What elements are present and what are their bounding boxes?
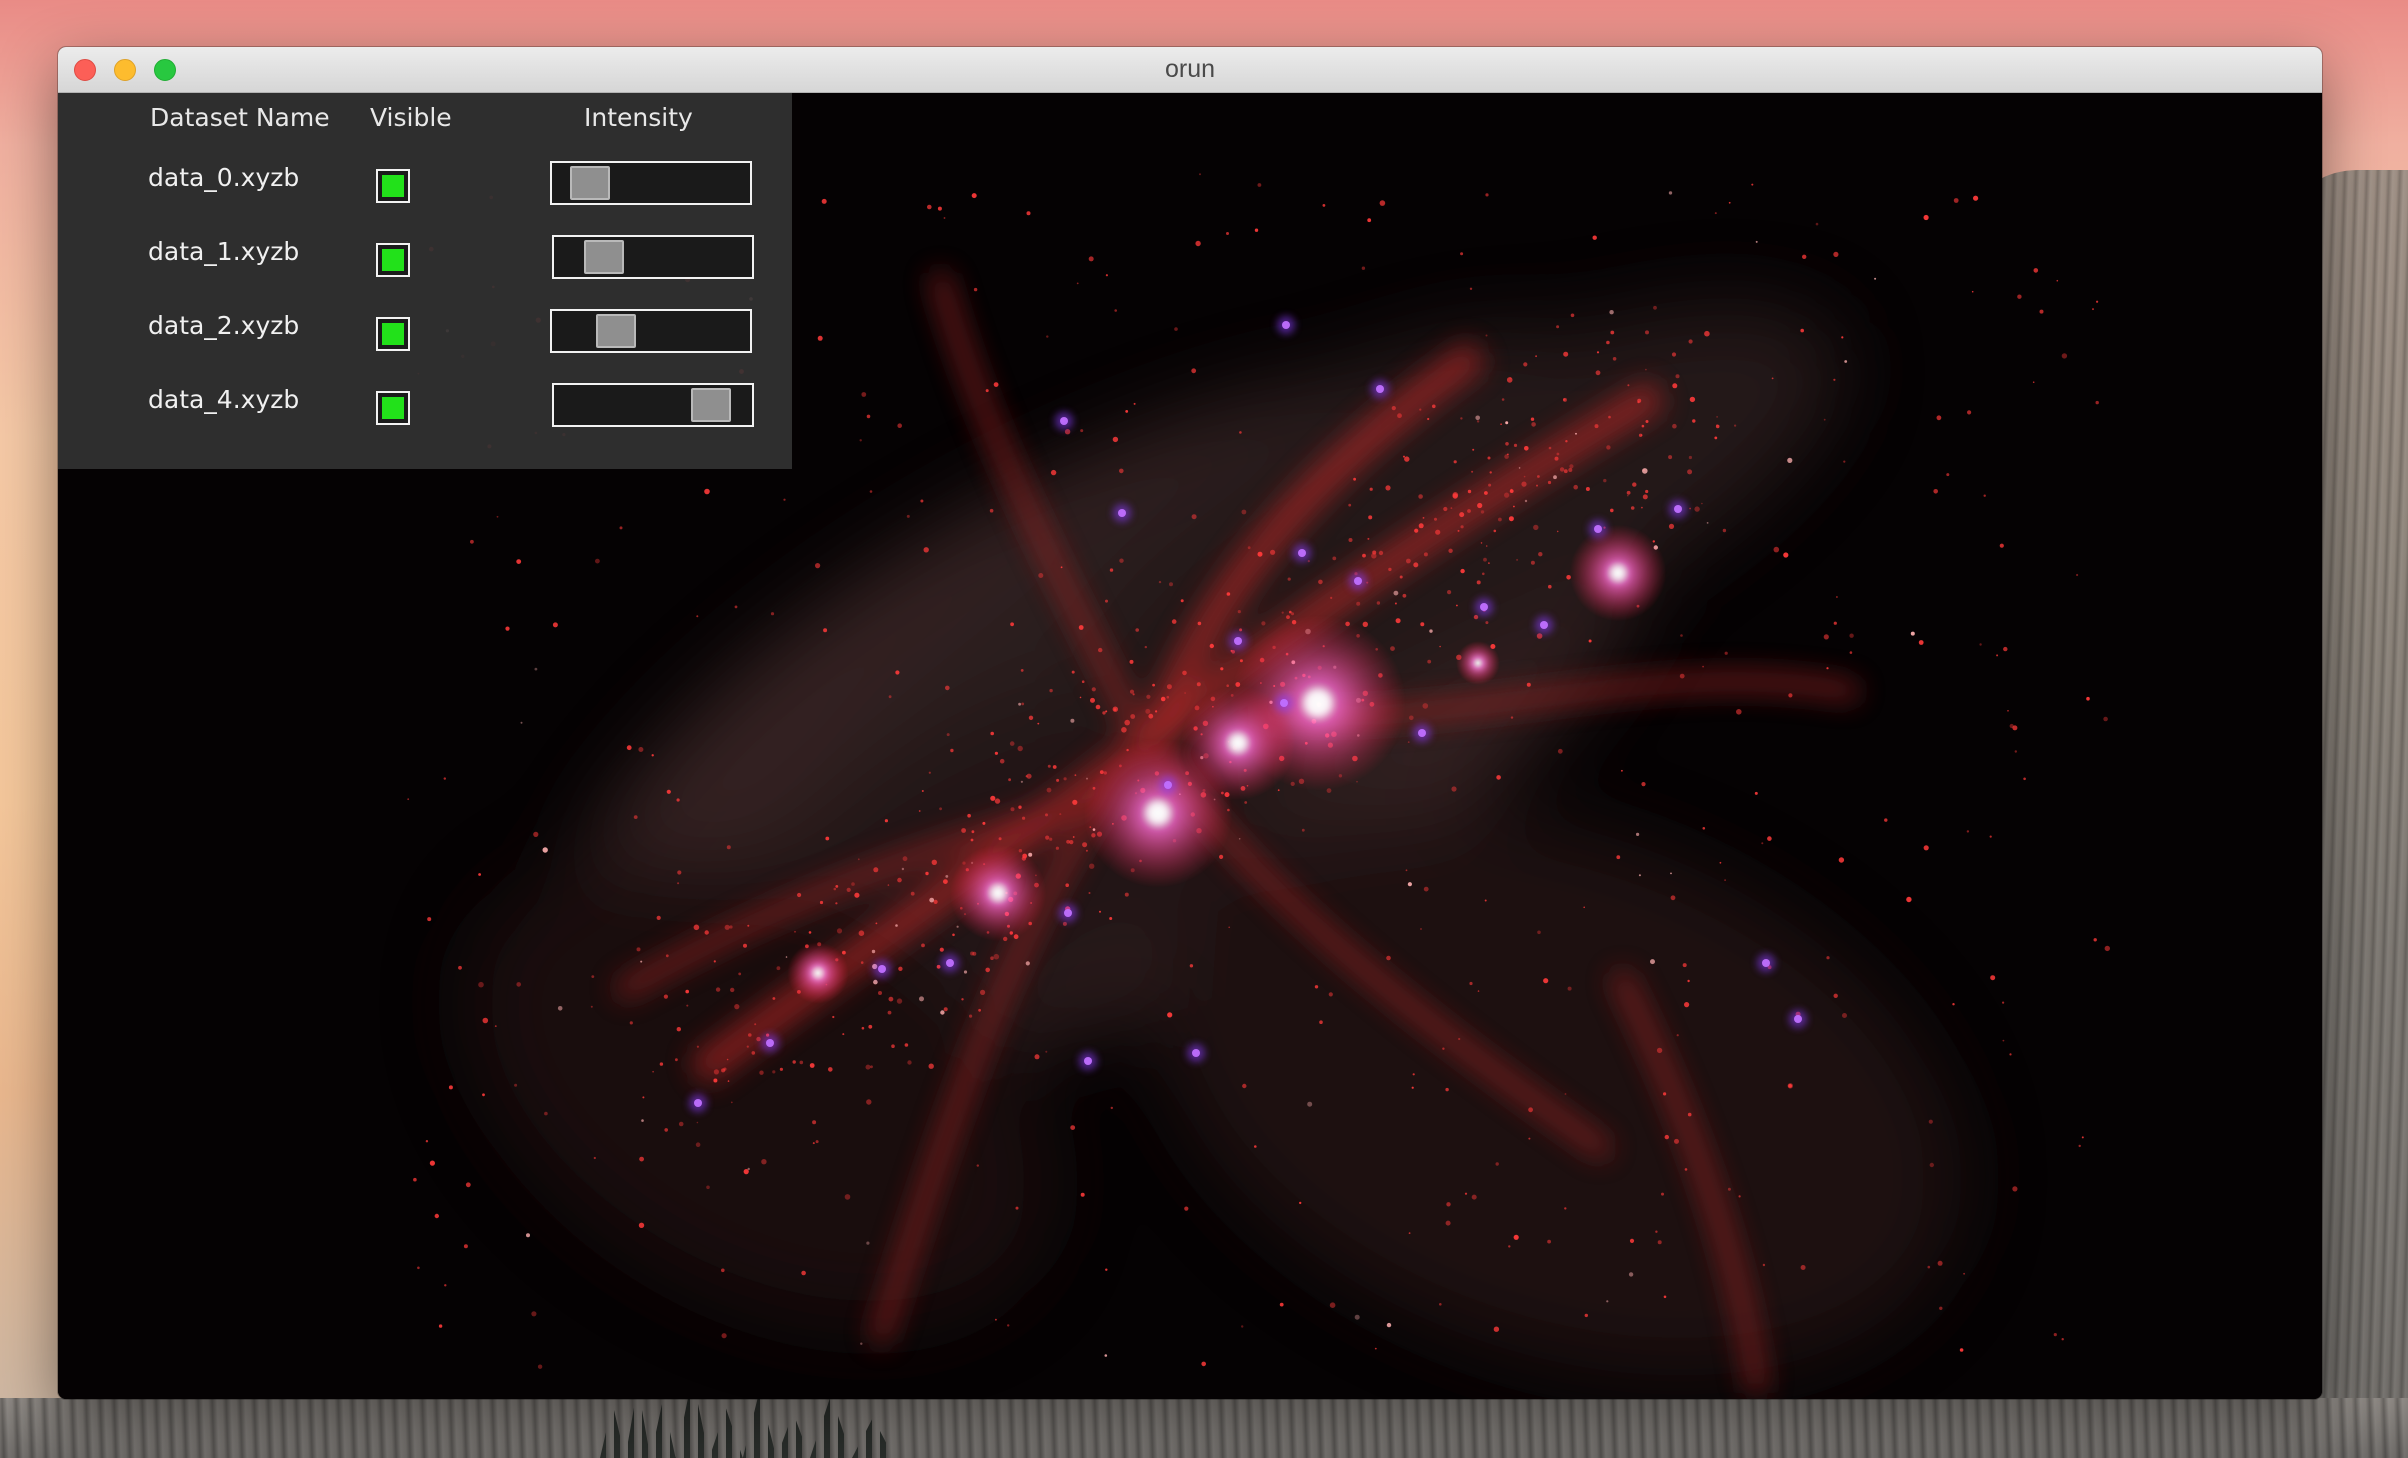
dataset-name-label: data_4.xyzb	[148, 385, 300, 414]
dataset-row: data_4.xyzb	[58, 379, 792, 427]
dataset-row: data_1.xyzb	[58, 231, 792, 279]
dataset-row: data_2.xyzb	[58, 305, 792, 353]
visible-checkbox[interactable]	[376, 243, 410, 277]
dataset-row: data_0.xyzb	[58, 157, 792, 205]
checkbox-checkmark	[382, 175, 404, 197]
visible-checkbox[interactable]	[376, 391, 410, 425]
dataset-control-panel: Dataset Name Visible Intensity data_0.xy…	[58, 93, 792, 469]
visible-checkbox[interactable]	[376, 169, 410, 203]
intensity-slider[interactable]	[552, 383, 754, 427]
slider-thumb[interactable]	[570, 166, 611, 200]
checkbox-checkmark	[382, 249, 404, 271]
slider-thumb[interactable]	[584, 240, 625, 274]
title-bar[interactable]: orun	[58, 47, 2322, 93]
dataset-name-label: data_0.xyzb	[148, 163, 300, 192]
intensity-slider[interactable]	[552, 235, 754, 279]
column-header-intensity: Intensity	[584, 103, 693, 132]
window-title: orun	[1164, 55, 1216, 83]
dataset-name-label: data_2.xyzb	[148, 311, 300, 340]
slider-thumb[interactable]	[596, 314, 637, 348]
column-header-dataset-name: Dataset Name	[150, 103, 330, 132]
intensity-slider[interactable]	[550, 161, 752, 205]
checkbox-checkmark	[382, 323, 404, 345]
intensity-slider[interactable]	[550, 309, 752, 353]
column-header-visible: Visible	[370, 103, 452, 132]
render-viewport[interactable]: Dataset Name Visible Intensity data_0.xy…	[58, 93, 2322, 1399]
visible-checkbox[interactable]	[376, 317, 410, 351]
checkbox-checkmark	[382, 397, 404, 419]
dataset-name-label: data_1.xyzb	[148, 237, 300, 266]
wallpaper-ground	[0, 1398, 2408, 1458]
app-window: orun Dataset Name Visible Intensity data…	[58, 47, 2322, 1399]
slider-thumb[interactable]	[690, 388, 731, 422]
